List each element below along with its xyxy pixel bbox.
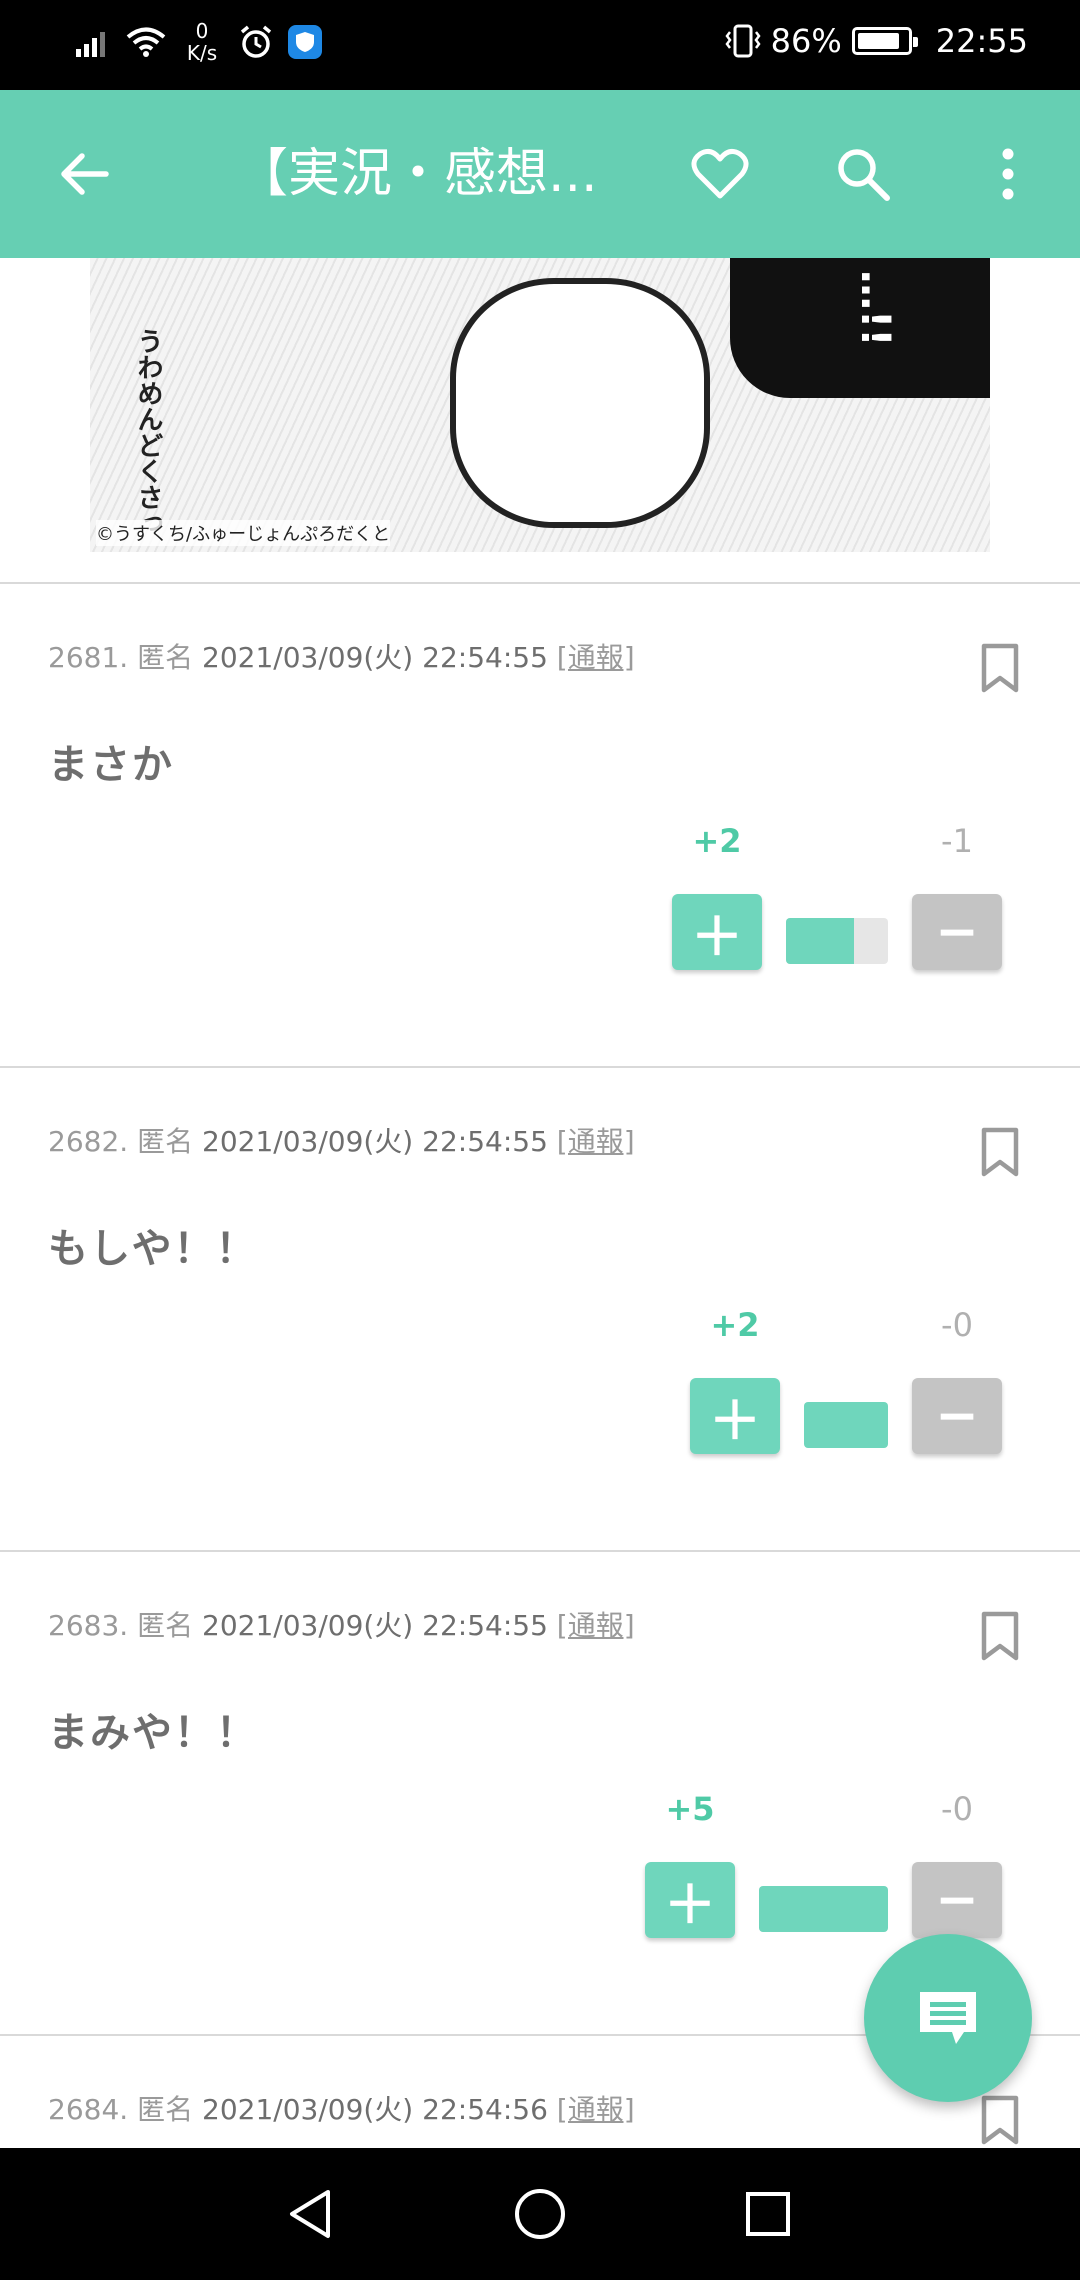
downvote-button[interactable]: − [912, 1378, 1002, 1454]
comment-author: 匿名 [137, 1125, 194, 1158]
nav-home-button[interactable] [510, 2184, 570, 2244]
upvote-button[interactable]: ＋ [672, 894, 762, 970]
minus-score: -0 [941, 1790, 973, 1828]
page-title: 【実況・感想... [236, 144, 598, 204]
comment-author: 匿名 [137, 2093, 194, 2126]
nav-recents-button[interactable] [738, 2184, 798, 2244]
comment-meta: 2682. 匿名 2021/03/09(火) 22:54:55 [通報] [48, 1120, 635, 1160]
system-nav-bar [0, 2148, 1080, 2280]
search-icon [838, 149, 890, 201]
comment-item: 2682. 匿名 2021/03/09(火) 22:54:55 [通報] もしや… [0, 1068, 1080, 1550]
nav-back-button[interactable] [280, 2184, 340, 2244]
plus-score: +5 [665, 1790, 715, 1828]
vote-ratio-bar [786, 918, 888, 964]
shield-icon [288, 25, 322, 59]
heart-icon [691, 148, 749, 199]
signal-icon [76, 32, 105, 57]
battery-icon [851, 27, 918, 55]
report-link[interactable]: [通報] [557, 1125, 635, 1158]
upvote-button[interactable]: ＋ [645, 1862, 735, 1938]
plus-score: +2 [710, 1306, 760, 1344]
status-bar: 0 K/s 86% 22:55 [0, 0, 1080, 90]
triangle-back-icon [290, 2190, 330, 2238]
vibrate-icon [725, 24, 761, 58]
square-recents-icon [746, 2192, 790, 2236]
plus-score: +2 [692, 822, 742, 860]
circle-home-icon [515, 2189, 565, 2239]
comment-number: 2683. [48, 1609, 129, 1642]
comment-text: もしや！！ [48, 1226, 258, 1272]
manga-speech: うわめんどくさっ [133, 328, 163, 536]
comment-number: 2684. [48, 2093, 129, 2126]
wifi-icon [126, 27, 166, 57]
comment-meta: 2681. 匿名 2021/03/09(火) 22:54:55 [通報] [48, 636, 635, 676]
minus-score: -1 [941, 822, 973, 860]
manga-copyright: ©うすくち/ふゅーじょんぷろだくと [96, 520, 391, 546]
manga-exclaim: …!! [852, 270, 898, 347]
vote-ratio-bar [759, 1886, 888, 1932]
battery-percent: 86% [770, 22, 842, 60]
comment-date: 2021/03/09(火) 22:54:56 [202, 2093, 548, 2126]
upvote-button[interactable]: ＋ [690, 1378, 780, 1454]
comment-text: まみや！！ [48, 1710, 258, 1756]
favorite-button[interactable] [680, 134, 760, 214]
bookmark-icon[interactable] [980, 1126, 1020, 1178]
bookmark-icon[interactable] [980, 2094, 1020, 2146]
comment-author: 匿名 [137, 1609, 194, 1642]
vote-ratio-bar [804, 1402, 888, 1448]
comment-text: まさか [48, 742, 174, 788]
comment-author: 匿名 [137, 641, 194, 674]
app-bar: 【実況・感想... [0, 90, 1080, 258]
comment-date: 2021/03/09(火) 22:54:55 [202, 1609, 548, 1642]
arrow-left-icon [61, 153, 109, 195]
comment-date: 2021/03/09(火) 22:54:55 [202, 641, 548, 674]
alarm-icon [240, 25, 272, 58]
comment-number: 2681. [48, 641, 129, 674]
report-link[interactable]: [通報] [557, 641, 635, 674]
minus-score: -0 [941, 1306, 973, 1344]
downvote-button[interactable]: − [912, 1862, 1002, 1938]
bookmark-icon[interactable] [980, 1610, 1020, 1662]
more-vert-icon [1002, 148, 1014, 200]
comment-meta: 2683. 匿名 2021/03/09(火) 22:54:55 [通報] [48, 1604, 635, 1644]
search-button[interactable] [823, 134, 903, 214]
net-speed: 0 K/s [186, 19, 218, 65]
manga-image: うわめんどくさっ …!! ©うすくち/ふゅーじょんぷろだくと [90, 258, 990, 552]
more-button[interactable] [968, 134, 1048, 214]
comment-number: 2682. [48, 1125, 129, 1158]
comment-date: 2021/03/09(火) 22:54:55 [202, 1125, 548, 1158]
comment-item: 2681. 匿名 2021/03/09(火) 22:54:55 [通報] まさか… [0, 584, 1080, 1066]
report-link[interactable]: [通報] [557, 2093, 635, 2126]
clock: 22:55 [935, 22, 1028, 60]
back-button[interactable] [44, 134, 124, 214]
report-link[interactable]: [通報] [557, 1609, 635, 1642]
downvote-button[interactable]: − [912, 894, 1002, 970]
comment-meta: 2684. 匿名 2021/03/09(火) 22:54:56 [通報] [48, 2088, 635, 2128]
bookmark-icon[interactable] [980, 642, 1020, 694]
comment-icon [920, 1992, 976, 2044]
new-comment-button[interactable] [864, 1934, 1032, 2102]
